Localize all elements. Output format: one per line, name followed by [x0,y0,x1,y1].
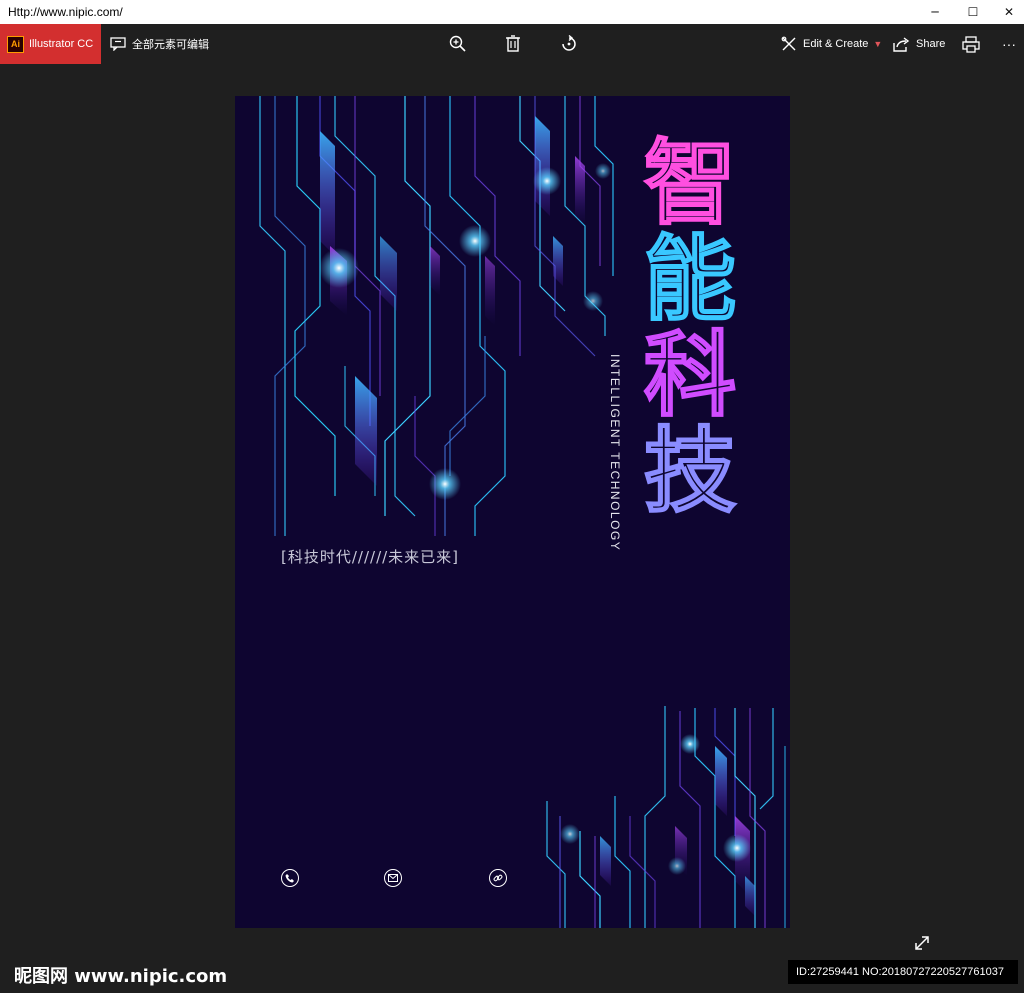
title-char-3: 科 [643,322,737,429]
illustrator-logo-icon: Ai [7,35,24,53]
poster-image: 智 能 科 技 INTELLIGENT TECHNOLOGY [科技时代////… [235,96,790,928]
zoom-in-icon[interactable] [447,33,469,55]
edit-all-label: 全部元素可编辑 [132,38,209,51]
window-title: Http://www.nipic.com/ [8,5,123,19]
edit-create-button[interactable]: Edit & Create ▼ [781,24,882,64]
share-icon [893,36,910,52]
toolbar: Ai Illustrator CC 全部元素可编辑 Edit & Create … [0,24,1024,64]
watermark-logo: 昵图网 www.nipic.com [14,966,228,987]
title-bar: Http://www.nipic.com/ ─ ☐ ✕ [0,0,1024,24]
phone-icon [281,869,299,887]
title-char-1: 智 [643,130,737,237]
print-icon[interactable] [960,33,982,55]
watermark-id: ID:27259441 NO:20180727220527761037 [788,960,1018,984]
rotate-icon[interactable] [558,33,580,55]
trash-icon[interactable] [502,33,524,55]
edit-create-label: Edit & Create [803,38,869,50]
edit-all-button[interactable]: 全部元素可编辑 [110,24,209,64]
app-label: Illustrator CC [29,38,94,50]
mail-icon [384,869,402,887]
share-label: Share [916,38,946,50]
close-button[interactable]: ✕ [986,0,1024,24]
english-subtitle: INTELLIGENT TECHNOLOGY [608,354,622,552]
edit-create-icon [781,36,796,51]
chevron-down-icon: ▼ [873,39,883,49]
comment-edit-icon [110,37,126,51]
poster-title: 智 能 科 技 [635,130,745,525]
title-char-4: 技 [643,418,737,525]
link-icon [489,869,507,887]
more-button[interactable]: ··· [1002,24,1016,64]
fullscreen-expand-icon[interactable] [912,933,932,953]
share-button[interactable]: Share [893,24,945,64]
title-char-2: 能 [643,226,737,333]
illustrator-app-button[interactable]: Ai Illustrator CC [0,24,101,64]
poster-slogan: [科技时代//////未来已来] [281,548,460,566]
